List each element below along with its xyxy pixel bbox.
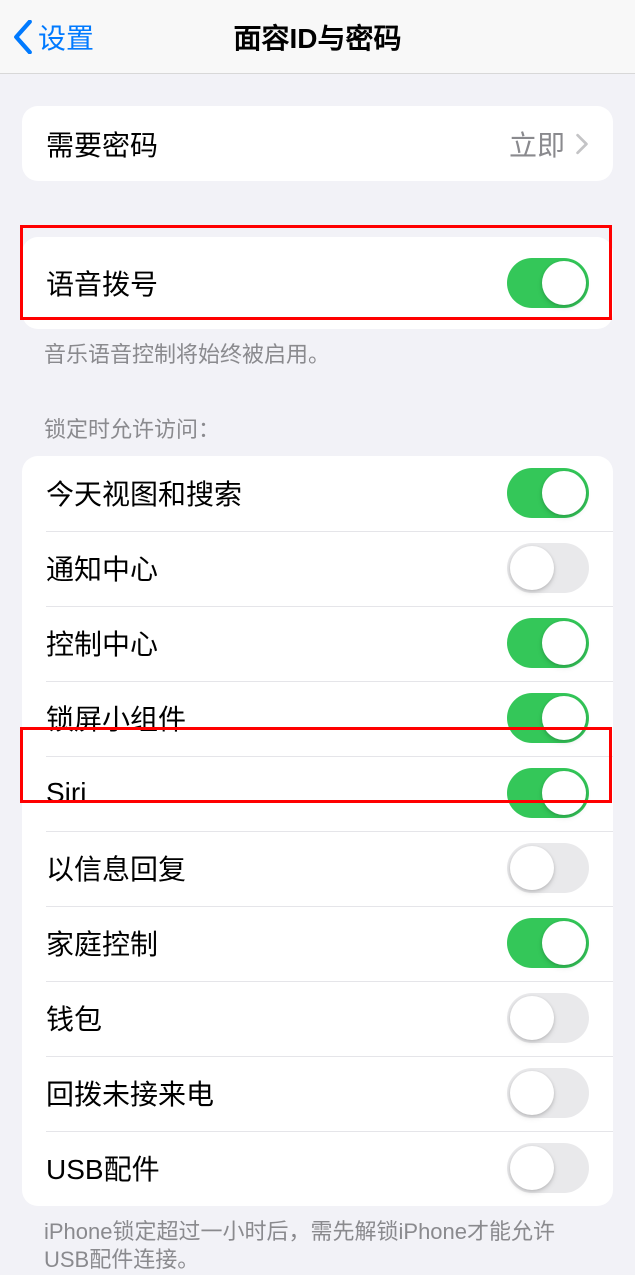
allow-access-row: 以信息回复 [22, 831, 613, 906]
allow-access-row: 锁屏小组件 [22, 681, 613, 756]
toggle-knob [542, 471, 586, 515]
voice-dial-toggle[interactable] [507, 258, 589, 308]
allow-access-item-label: 通知中心 [46, 548, 158, 588]
allow-access-footer: iPhone锁定超过一小时后，需先解锁iPhone才能允许USB配件连接。 [0, 1206, 635, 1275]
back-label: 设置 [38, 17, 94, 57]
chevron-left-icon [12, 20, 34, 54]
allow-access-item-label: 回拨未接来电 [46, 1073, 214, 1113]
allow-access-row: 回拨未接来电 [22, 1056, 613, 1131]
require-passcode-right: 立即 [509, 124, 589, 164]
allow-access-item-label: 家庭控制 [46, 923, 158, 963]
toggle-knob [510, 996, 554, 1040]
allow-access-item-label: 锁屏小组件 [46, 698, 186, 738]
allow-access-item-toggle[interactable] [507, 693, 589, 743]
page-title: 面容ID与密码 [233, 17, 401, 57]
allow-access-row: USB配件 [22, 1131, 613, 1206]
allow-access-item-toggle[interactable] [507, 1068, 589, 1118]
allow-access-item-toggle[interactable] [507, 768, 589, 818]
allow-access-row: 家庭控制 [22, 906, 613, 981]
voice-dial-label: 语音拨号 [46, 263, 158, 303]
allow-access-row: Siri [22, 756, 613, 831]
allow-access-header: 锁定时允许访问： [0, 412, 635, 452]
require-passcode-label: 需要密码 [46, 124, 158, 164]
allow-access-row: 钱包 [22, 981, 613, 1056]
allow-access-item-toggle[interactable] [507, 618, 589, 668]
voice-dial-group: 语音拨号 [22, 237, 613, 329]
allow-access-row: 今天视图和搜索 [22, 456, 613, 531]
toggle-knob [542, 696, 586, 740]
allow-access-item-toggle[interactable] [507, 468, 589, 518]
toggle-knob [542, 771, 586, 815]
navigation-header: 设置 面容ID与密码 [0, 0, 635, 74]
content: 需要密码 立即 语音拨号 音乐语音控制将始终被启用。 锁定时允许访问： 今天视图… [0, 106, 635, 1275]
allow-access-item-label: 以信息回复 [46, 848, 186, 888]
require-passcode-group: 需要密码 立即 [22, 106, 613, 181]
voice-dial-row: 语音拨号 [22, 237, 613, 329]
allow-access-group: 今天视图和搜索通知中心控制中心锁屏小组件 Siri 以信息回复家庭控制钱包回拨未接来… [22, 456, 613, 1206]
require-passcode-row[interactable]: 需要密码 立即 [22, 106, 613, 181]
allow-access-item-label: 今天视图和搜索 [46, 473, 242, 513]
toggle-knob [510, 1146, 554, 1190]
allow-access-item-label: 控制中心 [46, 623, 158, 663]
allow-access-item-toggle[interactable] [507, 843, 589, 893]
allow-access-item-toggle[interactable] [507, 993, 589, 1043]
toggle-knob [510, 546, 554, 590]
allow-access-row: 通知中心 [22, 531, 613, 606]
toggle-knob [510, 846, 554, 890]
allow-access-item-toggle[interactable] [507, 543, 589, 593]
allow-access-item-toggle[interactable] [507, 918, 589, 968]
toggle-knob [542, 921, 586, 965]
back-button[interactable]: 设置 [0, 17, 94, 57]
toggle-knob [542, 261, 586, 305]
allow-access-item-label: 钱包 [46, 998, 102, 1038]
allow-access-row: 控制中心 [22, 606, 613, 681]
allow-access-item-label: Siri [46, 777, 86, 809]
require-passcode-value: 立即 [509, 124, 565, 164]
toggle-knob [510, 1071, 554, 1115]
chevron-right-icon [575, 133, 589, 155]
toggle-knob [542, 621, 586, 665]
allow-access-item-label: USB配件 [46, 1148, 160, 1188]
voice-dial-footer: 音乐语音控制将始终被启用。 [0, 329, 635, 370]
allow-access-item-toggle[interactable] [507, 1143, 589, 1193]
